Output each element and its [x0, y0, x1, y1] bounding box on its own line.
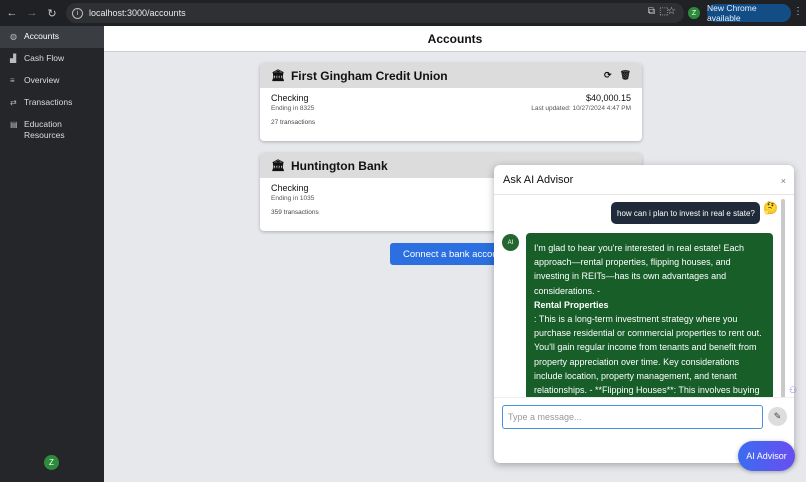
- last-updated: Last updated: 10/27/2024 4:47 PM: [531, 105, 631, 112]
- connect-bank-button[interactable]: Connect a bank accou: [390, 243, 510, 265]
- sidebar: ◍ Accounts ▟ Cash Flow ≡ Overview ⇄ Tran…: [0, 26, 104, 482]
- sidebar-item-label: Education Resources: [24, 119, 65, 140]
- swap-icon: ⇄: [10, 98, 17, 107]
- account-balance: $40,000.15: [585, 93, 631, 103]
- thinking-emoji-icon: 🤔: [763, 201, 778, 215]
- address-bar[interactable]: i localhost:3000/accounts ⧉ ☆: [66, 3, 684, 23]
- user-message: how can i plan to invest in real e state…: [611, 202, 760, 224]
- chat-scrollbar[interactable]: [781, 199, 785, 399]
- sidebar-item-cash-flow[interactable]: ▟ Cash Flow: [0, 48, 104, 70]
- ai-advisor-button[interactable]: AI Advisor: [738, 441, 795, 471]
- sidebar-item-overview[interactable]: ≡ Overview: [0, 70, 104, 92]
- trash-icon[interactable]: 🗑: [620, 70, 631, 81]
- ai-avatar: AI: [502, 234, 519, 251]
- url-text: localhost:3000/accounts: [89, 8, 186, 18]
- sidebar-item-transactions[interactable]: ⇄ Transactions: [0, 92, 104, 114]
- refresh-icon[interactable]: ⟳: [604, 70, 612, 81]
- chart-icon: ▟: [10, 54, 17, 63]
- menu-kebab-icon[interactable]: ⋮: [793, 6, 803, 17]
- ai-message-intro: I'm glad to hear you're interested in re…: [534, 243, 745, 296]
- new-chrome-button[interactable]: New Chrome available: [707, 3, 791, 23]
- bank-icon: 🏛: [271, 160, 285, 172]
- message-composer: ✎: [494, 397, 794, 437]
- advisor-title: Ask AI Advisor: [503, 173, 574, 186]
- back-icon[interactable]: ←: [2, 7, 22, 19]
- sidebar-item-education-resources[interactable]: ▤ Education Resources: [0, 114, 104, 146]
- account-row[interactable]: Checking Ending in 8325 27 transactions …: [260, 88, 642, 131]
- forward-icon[interactable]: →: [22, 7, 42, 19]
- list-icon: ≡: [10, 76, 15, 85]
- account-card: 🏛 First Gingham Credit Union ⟳ 🗑 Checkin…: [260, 63, 642, 141]
- account-type: Checking: [271, 93, 309, 103]
- ai-message-heading: Rental Properties: [534, 299, 609, 310]
- bank-name: Huntington Bank: [290, 158, 388, 173]
- pencil-icon[interactable]: ✎: [768, 407, 787, 426]
- wallet-icon: ◍: [10, 32, 17, 41]
- ai-advisor-panel: Ask AI Advisor × how can i plan to inves…: [494, 165, 794, 463]
- account-card-header: 🏛 First Gingham Credit Union ⟳ 🗑: [260, 63, 642, 88]
- sidebar-item-label: Cash Flow: [24, 53, 65, 63]
- ai-message-body: : This is a long-term investment strateg…: [534, 314, 762, 396]
- book-icon: ▤: [10, 120, 18, 129]
- message-input[interactable]: [502, 405, 763, 429]
- advisor-header: Ask AI Advisor ×: [494, 165, 794, 195]
- page-header: Accounts: [104, 26, 806, 52]
- close-icon[interactable]: ×: [781, 176, 786, 186]
- profile-avatar[interactable]: Z: [688, 7, 700, 19]
- transaction-count: 27 transactions: [271, 119, 316, 126]
- sidebar-item-label: Accounts: [24, 31, 59, 41]
- assistant-peek-icon[interactable]: ⚇: [789, 385, 797, 396]
- ai-message: I'm glad to hear you're interested in re…: [526, 233, 773, 403]
- bank-icon: 🏛: [271, 70, 285, 82]
- sidebar-item-label: Overview: [24, 75, 60, 85]
- bank-name: First Gingham Credit Union: [290, 68, 448, 83]
- extensions-icon[interactable]: ⬚: [659, 6, 668, 17]
- site-info-icon[interactable]: i: [72, 7, 83, 19]
- reload-icon[interactable]: ↻: [42, 7, 62, 20]
- cast-icon[interactable]: ⧉: [648, 6, 655, 17]
- sidebar-item-label: Transactions: [24, 97, 73, 107]
- page-title: Accounts: [427, 31, 483, 46]
- user-avatar[interactable]: Z: [44, 455, 59, 470]
- sidebar-item-accounts[interactable]: ◍ Accounts: [0, 26, 104, 48]
